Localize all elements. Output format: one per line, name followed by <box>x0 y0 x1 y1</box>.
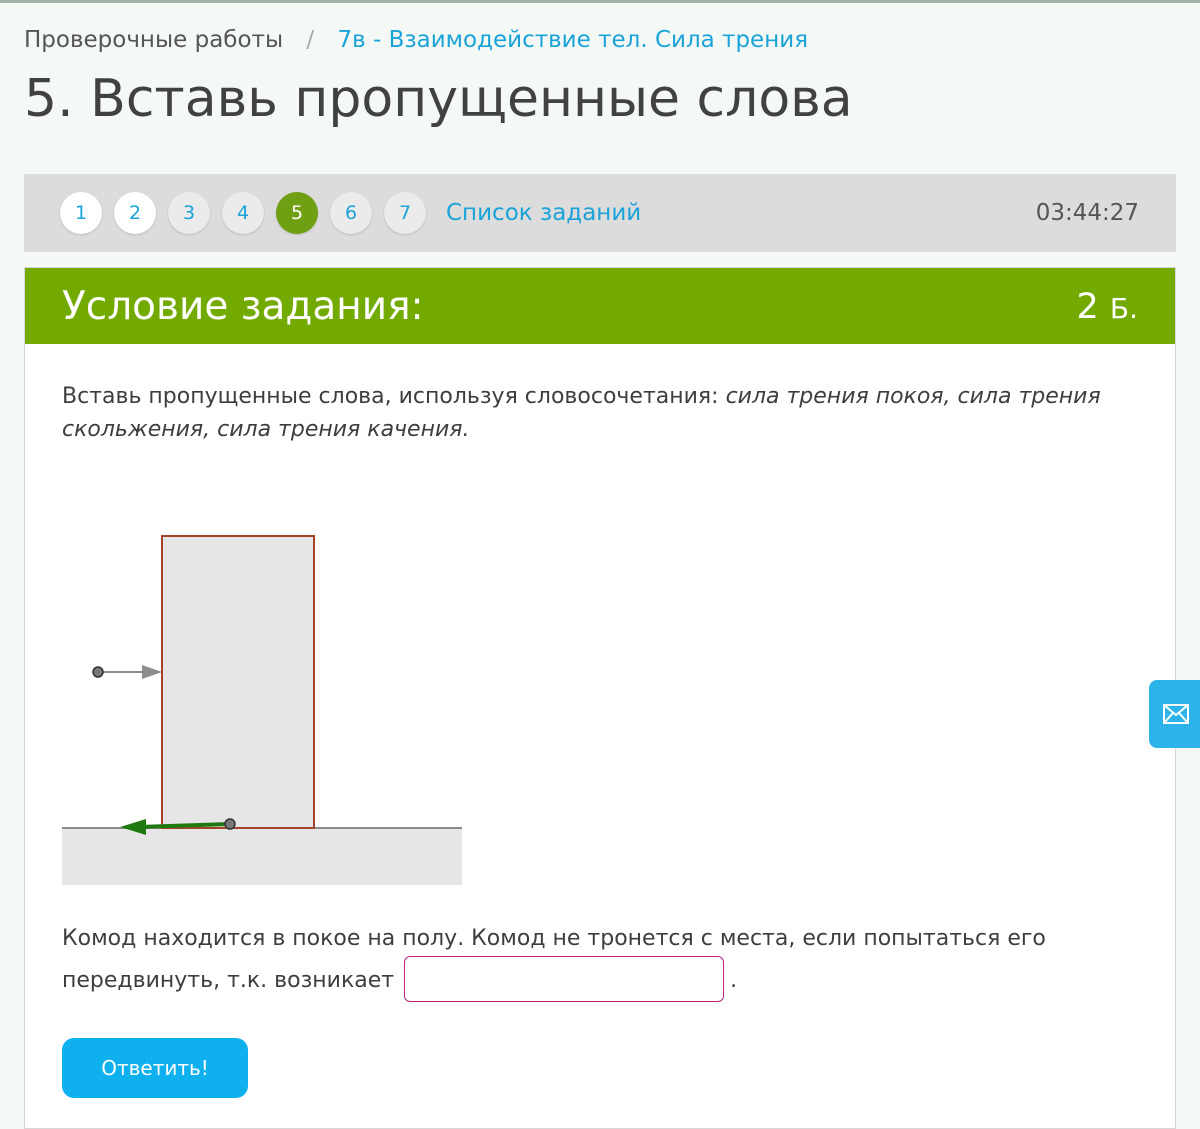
task-navigation-bar: 1 2 3 4 5 6 7 Список заданий 03:44:27 <box>24 174 1176 252</box>
breadcrumb-current-link[interactable]: 7в - Взаимодействие тел. Сила трения <box>337 27 808 53</box>
dresser-body <box>161 535 315 829</box>
fill-in-sentence: Комод находится в покое на полу. Комод н… <box>62 918 1142 1002</box>
breadcrumb-root[interactable]: Проверочные работы <box>24 27 283 53</box>
points-unit: Б. <box>1109 292 1138 325</box>
friction-force-origin <box>224 818 236 830</box>
instruction-text: Вставь пропущенные слова, используя слов… <box>62 384 726 409</box>
task-nav-6[interactable]: 6 <box>330 192 372 234</box>
task-nav-5-current[interactable]: 5 <box>276 192 318 234</box>
answer-input[interactable] <box>404 956 725 1002</box>
submit-answer-button[interactable]: Ответить! <box>62 1038 248 1098</box>
task-list-link[interactable]: Список заданий <box>446 196 641 230</box>
sentence-end: . <box>730 968 738 993</box>
countdown-timer: 03:44:27 <box>1035 200 1139 226</box>
task-points: 2 Б. <box>1076 284 1138 332</box>
floor <box>62 828 462 885</box>
page-title: 5. Вставь пропущенные слова <box>24 69 853 129</box>
push-force-arrowhead <box>142 665 162 679</box>
breadcrumb-separator: / <box>306 27 315 53</box>
task-nav-4[interactable]: 4 <box>222 192 264 234</box>
breadcrumb: Проверочные работы / 7в - Взаимодействие… <box>24 24 808 56</box>
push-force-origin <box>92 666 104 678</box>
task-card: Условие задания: 2 Б. Вставь пропущенные… <box>24 267 1176 1129</box>
feedback-tab[interactable] <box>1149 680 1200 748</box>
points-value: 2 <box>1076 287 1099 327</box>
friction-diagram <box>62 535 462 885</box>
task-card-header: Условие задания: 2 Б. <box>25 268 1175 344</box>
top-strip <box>0 0 1200 3</box>
task-nav-3[interactable]: 3 <box>168 192 210 234</box>
envelope-icon <box>1163 704 1189 724</box>
task-nav-1[interactable]: 1 <box>60 192 102 234</box>
task-condition-title: Условие задания: <box>62 284 424 329</box>
task-instruction: Вставь пропущенные слова, используя слов… <box>62 380 1142 446</box>
task-nav-7[interactable]: 7 <box>384 192 426 234</box>
task-nav-2[interactable]: 2 <box>114 192 156 234</box>
